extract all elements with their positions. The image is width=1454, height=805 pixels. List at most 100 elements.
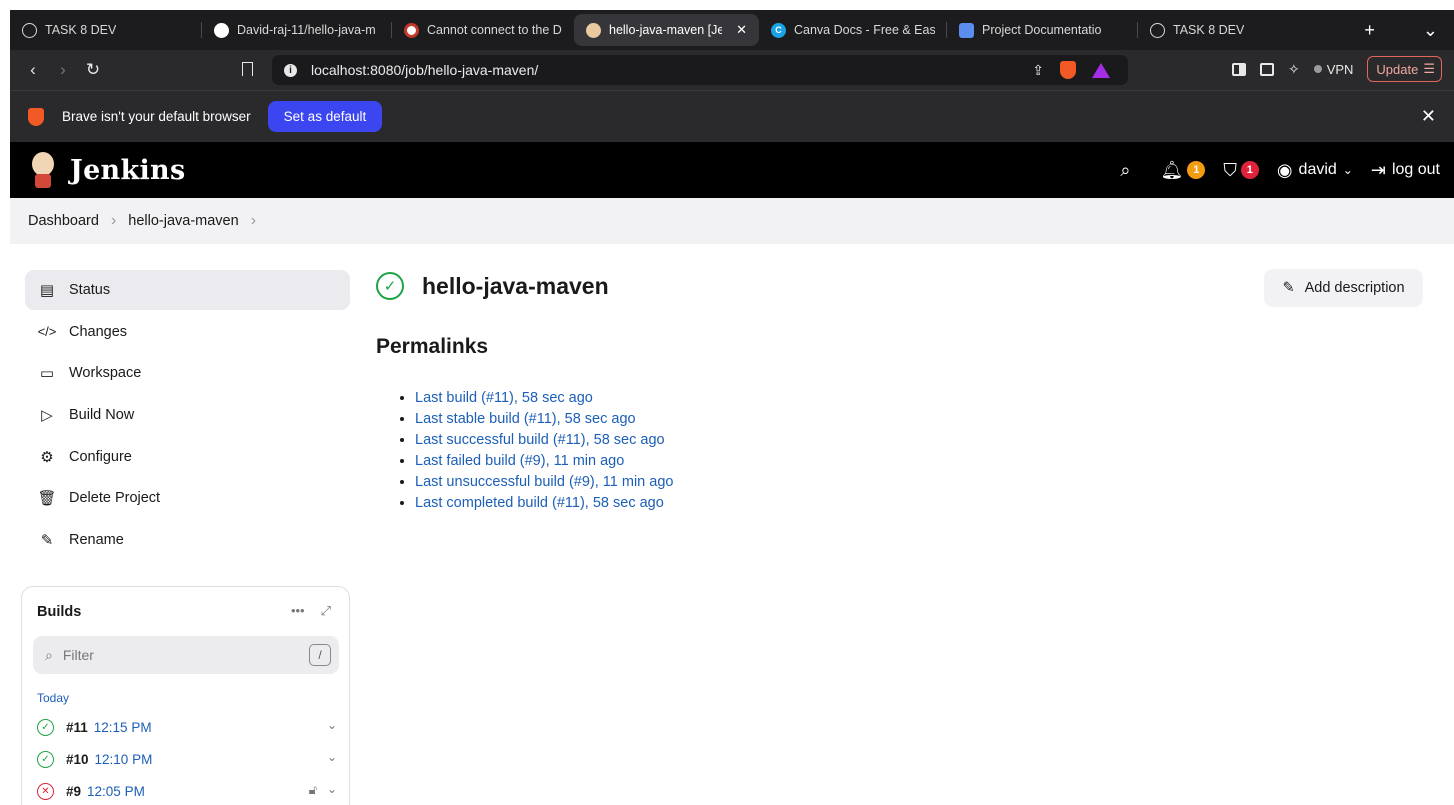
chevron-down-icon: ⌄ (1342, 163, 1353, 177)
brave-logo-icon (28, 107, 44, 126)
code-icon: </> (37, 324, 57, 340)
sidebar-item-delete-project[interactable]: 🗑︎ Delete Project (25, 478, 350, 518)
sidebar-item-rename[interactable]: ✎ Rename (25, 520, 350, 560)
jenkins-favicon (586, 22, 601, 38)
list-item: Last failed build (#9), 11 min ago (400, 450, 673, 471)
build-row[interactable]: ✓ #11 12:15 PM ⌄ (37, 712, 337, 742)
canva-icon: C (771, 22, 786, 38)
navigation-bar: ‹ › ↻ i localhost:8080/job/hello-java-ma… (10, 50, 1454, 90)
builds-group-label: Today (37, 691, 70, 705)
brave-shields-icon[interactable] (1060, 61, 1076, 79)
sidebar-item-workspace[interactable]: ▭ Workspace (25, 353, 350, 393)
permalink-last-successful-build[interactable]: Last successful build (#11), 58 sec ago (415, 432, 665, 448)
permalink-last-unsuccessful-build[interactable]: Last unsuccessful build (#9), 11 min ago (415, 474, 673, 490)
default-browser-banner: Brave isn't your default browser Set as … (10, 90, 1454, 142)
folder-icon: ▭ (39, 365, 55, 383)
lock-icon: 🔓︎ (308, 782, 317, 797)
close-icon[interactable]: ✕ (736, 22, 747, 38)
tab-task8-dev[interactable]: TASK 8 DEV (10, 10, 202, 50)
leo-ai-icon[interactable]: ✧ (1288, 61, 1300, 78)
sidebar-item-build-now[interactable]: ▷ Build Now (25, 395, 350, 435)
trash-icon: 🗑︎ (37, 490, 57, 508)
expand-icon[interactable]: ⤢ (321, 603, 331, 619)
pencil-icon: ✎ (40, 532, 54, 550)
url-text: localhost:8080/job/hello-java-maven/ (311, 62, 539, 78)
security-button[interactable]: ⛉ 1 (1223, 160, 1259, 181)
pencil-icon: ✎ (1282, 280, 1295, 296)
gear-icon: ⚙ (40, 448, 54, 466)
notification-badge: 1 (1187, 161, 1206, 179)
list-item: Last stable build (#11), 58 sec ago (400, 408, 673, 429)
list-item: Last build (#11), 58 sec ago (400, 387, 673, 408)
sidebar-toggle-icon[interactable] (1231, 62, 1246, 76)
user-menu[interactable]: ◉ david ⌄ (1277, 160, 1353, 181)
brave-rewards-icon[interactable] (1092, 62, 1110, 78)
chevron-down-icon[interactable]: ⌄ (327, 750, 337, 764)
breadcrumb: Dashboard › hello-java-maven › (10, 198, 1454, 244)
banner-message: Brave isn't your default browser (62, 109, 251, 124)
builds-title: Builds (37, 604, 82, 620)
sidebar-item-configure[interactable]: ⚙ Configure (25, 437, 350, 477)
new-tab-button[interactable]: + (1364, 20, 1375, 41)
permalink-last-stable-build[interactable]: Last stable build (#11), 58 sec ago (415, 411, 636, 427)
reload-button[interactable]: ↻ (78, 60, 108, 80)
more-options-icon[interactable]: ••• (291, 603, 305, 619)
breadcrumb-dashboard[interactable]: Dashboard (28, 213, 99, 229)
security-badge: 1 (1240, 161, 1259, 179)
tab-cannot-connect[interactable]: Cannot connect to the D (392, 10, 574, 50)
sidebar-item-status[interactable]: ▤ Status (25, 270, 350, 310)
vpn-button[interactable]: VPN (1313, 62, 1353, 77)
tab-task8-dev-2[interactable]: TASK 8 DEV (1138, 10, 1308, 50)
tab-canva[interactable]: C Canva Docs - Free & Eas (759, 10, 947, 50)
build-row[interactable]: ✓ #10 12:10 PM ⌄ (37, 744, 337, 774)
chevron-right-icon: › (110, 212, 117, 229)
bell-icon: 🔔︎ (1160, 159, 1184, 180)
build-row[interactable]: ✕ #9 12:05 PM 🔓︎ ⌄ (37, 776, 337, 805)
share-icon[interactable]: ⇪ (1032, 62, 1044, 79)
success-status-icon: ✓ (376, 272, 404, 300)
permalink-last-failed-build[interactable]: Last failed build (#9), 11 min ago (415, 453, 624, 469)
vpn-status-icon (1313, 65, 1322, 73)
doc-icon (959, 22, 974, 38)
chevron-down-icon[interactable]: ⌄ (327, 782, 337, 796)
permalinks-list: Last build (#11), 58 sec ago Last stable… (400, 387, 673, 513)
bookmark-icon[interactable] (242, 62, 253, 76)
add-description-button[interactable]: ✎ Add description (1264, 269, 1423, 307)
success-icon: ✓ (37, 750, 54, 768)
permalink-last-completed-build[interactable]: Last completed build (#11), 58 sec ago (415, 495, 664, 511)
breadcrumb-project[interactable]: hello-java-maven (128, 213, 238, 229)
search-icon: ⌕ (45, 646, 53, 663)
play-icon: ▷ (41, 407, 53, 425)
chevron-right-icon[interactable]: › (251, 212, 256, 230)
tab-github[interactable]: David-raj-11/hello-java-m (202, 10, 392, 50)
jenkins-brand[interactable]: Jenkins (70, 155, 185, 186)
close-icon[interactable]: ✕ (1421, 106, 1436, 127)
globe-icon (22, 22, 37, 38)
tab-actions: + ⌄ (1364, 20, 1454, 41)
logout-link[interactable]: ⇥ log out (1371, 160, 1440, 181)
sidebar: ▤ Status </> Changes ▭ Workspace ▷ Build… (25, 270, 350, 562)
browser-window: TASK 8 DEV David-raj-11/hello-java-m Can… (10, 10, 1454, 805)
github-icon (214, 22, 229, 38)
tab-project-docs[interactable]: Project Documentatio (947, 10, 1138, 50)
search-icon[interactable]: ⌕ (1120, 160, 1130, 181)
jenkins-header: Jenkins ⌕ 🔔︎ 1 ⛉ 1 ◉ david ⌄ ⇥ log out (10, 142, 1454, 198)
tab-jenkins-active[interactable]: hello-java-maven [Je ✕ (574, 14, 759, 46)
back-button[interactable]: ‹ (18, 60, 48, 80)
update-button[interactable]: Update ☰ (1367, 56, 1442, 82)
logout-icon: ⇥ (1370, 159, 1386, 180)
chevron-down-icon[interactable]: ⌄ (327, 718, 337, 732)
jenkins-logo-icon[interactable] (28, 150, 58, 190)
wallet-icon[interactable] (1259, 62, 1274, 76)
permalink-last-build[interactable]: Last build (#11), 58 sec ago (415, 390, 593, 406)
set-default-button[interactable]: Set as default (267, 101, 383, 132)
tab-menu-button[interactable]: ⌄ (1423, 20, 1438, 41)
site-info-icon[interactable]: i (284, 63, 297, 77)
filter-placeholder: Filter (62, 647, 94, 663)
forward-button[interactable]: › (48, 60, 78, 80)
notifications-button[interactable]: 🔔︎ 1 (1160, 159, 1206, 181)
builds-filter-input[interactable]: ⌕ Filter / (33, 636, 339, 674)
list-item: Last successful build (#11), 58 sec ago (400, 429, 673, 450)
address-bar[interactable]: i localhost:8080/job/hello-java-maven/ ⇪ (272, 55, 1128, 85)
sidebar-item-changes[interactable]: </> Changes (25, 312, 350, 352)
